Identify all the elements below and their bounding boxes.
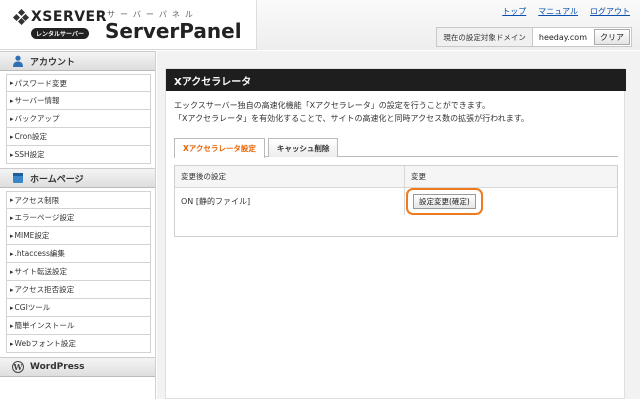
settings-table: 変更後の設定 変更 ON [静的ファイル] 設定変更(確定) — [174, 165, 618, 237]
sidebar-item-label: .htaccess編集 — [14, 249, 65, 258]
top-links: トップ マニュアル ログアウト — [502, 6, 630, 17]
sidebar-item-cgi-tools[interactable]: ▸ CGIツール — [6, 299, 151, 317]
description-line: 「Xアクセラレータ」を有効化することで、サイトの高速化と同時アクセス数の拡張が行… — [174, 114, 529, 123]
sidebar-item-backup[interactable]: ▸ バックアップ — [6, 110, 151, 128]
sidebar-section-label: アカウント — [30, 57, 76, 68]
sidebar-item-cron[interactable]: ▸ Cron設定 — [6, 128, 151, 146]
description-line: エックスサーバー独自の高速化機能「Xアクセラレータ」の設定を行うことができます。 — [174, 101, 490, 110]
wordpress-icon: W — [12, 361, 24, 373]
serverpanel-title: ServerPanel — [105, 19, 242, 43]
xaccelerator-panel: Xアクセラレータ エックスサーバー独自の高速化機能「Xアクセラレータ」の設定を行… — [165, 68, 626, 399]
sidebar-item-label: アクセス制限 — [14, 195, 60, 205]
top-link[interactable]: トップ — [502, 6, 526, 17]
sidebar-item-label: バックアップ — [14, 114, 60, 123]
sidebar-item-label: サイト転送設定 — [14, 267, 68, 276]
arrow-icon: ▸ — [10, 267, 14, 276]
arrow-icon: ▸ — [10, 150, 14, 159]
arrow-icon: ▸ — [10, 285, 14, 294]
sidebar-item-label: パスワード変更 — [14, 78, 68, 88]
sidebar-item-easy-install[interactable]: ▸ 簡単インストール — [6, 317, 151, 335]
sidebar-item-htaccess[interactable]: ▸ .htaccess編集 — [6, 245, 151, 263]
column-header-setting: 変更後の設定 — [175, 166, 405, 187]
sidebar-item-ssh[interactable]: ▸ SSH設定 — [6, 146, 151, 164]
sidebar-item-label: SSH設定 — [14, 150, 45, 159]
sidebar-item-access-limit[interactable]: ▸ アクセス制限 — [6, 191, 151, 209]
sidebar-item-label: Cron設定 — [14, 132, 48, 141]
sidebar-item-label: MIME設定 — [14, 231, 50, 240]
page-description: エックスサーバー独自の高速化機能「Xアクセラレータ」の設定を行うことができます。… — [174, 99, 529, 125]
arrow-icon: ▸ — [10, 96, 14, 105]
logo-word: XSERVER — [31, 9, 107, 25]
sidebar-item-access-deny[interactable]: ▸ アクセス拒否設定 — [6, 281, 151, 299]
arrow-icon: ▸ — [10, 213, 14, 222]
sidebar-item-label: エラーページ設定 — [14, 213, 75, 222]
arrow-icon: ▸ — [10, 249, 14, 258]
page-title: Xアクセラレータ — [166, 69, 626, 91]
arrow-icon: ▸ — [10, 79, 14, 87]
main-content: Xアクセラレータ エックスサーバー独自の高速化機能「Xアクセラレータ」の設定を行… — [157, 51, 640, 399]
arrow-icon: ▸ — [10, 196, 14, 204]
sidebar-item-web-font[interactable]: ▸ Webフォント設定 — [6, 335, 151, 353]
column-header-change: 変更 — [411, 172, 426, 181]
current-setting-value: ON [静的ファイル] — [175, 188, 405, 215]
manual-link[interactable]: マニュアル — [538, 6, 578, 17]
arrow-icon: ▸ — [10, 339, 14, 348]
highlight-ring: 設定変更(確定) — [406, 188, 483, 215]
header-toolbar: トップ マニュアル ログアウト 現在の設定対象ドメイン heeday.com ク… — [256, 0, 640, 50]
arrow-icon: ▸ — [10, 303, 14, 312]
tab-xaccelerator-settings[interactable]: Xアクセラレータ設定 — [174, 138, 265, 158]
logout-link[interactable]: ログアウト — [590, 6, 630, 17]
sidebar-item-label: サーバー情報 — [14, 96, 60, 105]
clear-button[interactable]: クリア — [594, 29, 630, 45]
sidebar-section-account: アカウント — [0, 51, 155, 71]
tab-cache-delete[interactable]: キャッシュ削除 — [267, 138, 339, 157]
homepage-icon — [13, 173, 23, 183]
sidebar-list-homepage: ▸ アクセス制限 ▸ エラーページ設定 ▸ MIME設定 ▸ .htaccess編集 ▸… — [0, 188, 155, 357]
svg-text:W: W — [13, 362, 24, 372]
sidebar-item-mime[interactable]: ▸ MIME設定 — [6, 227, 151, 245]
user-icon — [13, 55, 23, 67]
table-row: ON [静的ファイル] 設定変更(確定) — [175, 188, 617, 215]
header: XSERVER レンタルサーバー サーバーパネル ServerPanel トップ… — [0, 0, 640, 50]
change-cell: 設定変更(確定) — [405, 188, 617, 215]
sidebar-section-label: ホームページ — [30, 174, 84, 185]
sidebar-item-server-info[interactable]: ▸ サーバー情報 — [6, 92, 151, 110]
table-header-row: 変更後の設定 変更 — [175, 166, 617, 188]
domain-value[interactable]: heeday.com — [533, 28, 593, 46]
logo-area: XSERVER レンタルサーバー サーバーパネル ServerPanel — [0, 0, 256, 50]
sidebar-section-wordpress: W WordPress — [0, 357, 155, 377]
tab-bar: Xアクセラレータ設定 キャッシュ削除 — [174, 138, 618, 158]
sidebar-item-error-page[interactable]: ▸ エラーページ設定 — [6, 209, 151, 227]
sidebar-item-label: CGIツール — [14, 303, 51, 312]
logo-badge: レンタルサーバー — [31, 28, 89, 39]
sidebar-item-site-redirect[interactable]: ▸ サイト転送設定 — [6, 263, 151, 281]
domain-label: 現在の設定対象ドメイン — [437, 28, 533, 46]
xserver-mark-icon — [12, 8, 30, 26]
arrow-icon: ▸ — [10, 321, 14, 330]
sidebar-list-account: ▸ パスワード変更 ▸ サーバー情報 ▸ バックアップ ▸ Cron設定 ▸ SSH設定 — [0, 71, 155, 168]
sidebar-section-homepage: ホームページ — [0, 168, 155, 188]
confirm-change-button[interactable]: 設定変更(確定) — [413, 194, 476, 209]
sidebar: アカウント ▸ パスワード変更 ▸ サーバー情報 ▸ バックアップ ▸ Cron設定 ▸… — [0, 51, 156, 399]
xserver-logo[interactable]: XSERVER — [12, 8, 107, 26]
sidebar-item-label: 簡単インストール — [14, 321, 75, 330]
sidebar-section-label: WordPress — [30, 362, 85, 372]
arrow-icon: ▸ — [10, 231, 14, 240]
arrow-icon: ▸ — [10, 114, 14, 123]
sidebar-item-label: アクセス拒否設定 — [14, 285, 75, 294]
domain-selector: 現在の設定対象ドメイン heeday.com クリア — [436, 27, 632, 47]
arrow-icon: ▸ — [10, 132, 14, 141]
sidebar-item-label: Webフォント設定 — [14, 339, 76, 348]
sidebar-item-password[interactable]: ▸ パスワード変更 — [6, 74, 151, 92]
